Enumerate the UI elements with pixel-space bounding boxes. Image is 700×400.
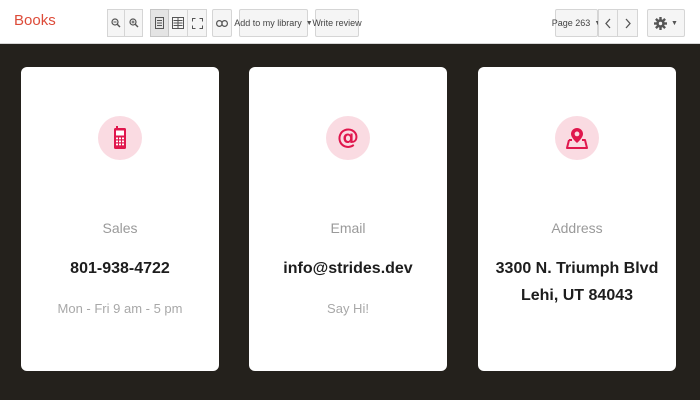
zoom-group bbox=[107, 9, 143, 37]
add-to-library-button[interactable]: Add to my library ▼ bbox=[234, 9, 313, 37]
phone-icon bbox=[114, 126, 126, 149]
brand-logo[interactable]: Books bbox=[14, 12, 56, 29]
card-value: 3300 N. Triumph Blvd Lehi, UT 84043 bbox=[478, 255, 676, 309]
zoom-in-button[interactable] bbox=[125, 9, 143, 37]
books-toolbar: Books Add to my library ▼ Write review Pa… bbox=[0, 0, 700, 44]
page-select[interactable]: Page 263▼ bbox=[551, 9, 601, 37]
card-value: 801-938-4722 bbox=[21, 255, 219, 282]
fullscreen-button[interactable] bbox=[188, 9, 207, 37]
address-icon-circle bbox=[555, 116, 599, 160]
card-label: Email bbox=[330, 220, 366, 236]
email-icon-circle: @ bbox=[326, 116, 370, 160]
single-page-view-button[interactable] bbox=[150, 9, 169, 37]
chevron-right-icon bbox=[625, 18, 631, 28]
card-value: info@strides.dev bbox=[249, 255, 447, 282]
card-subtext: Say Hi! bbox=[327, 301, 369, 316]
map-pin-icon bbox=[566, 128, 588, 149]
card-subtext: Mon - Fri 9 am - 5 pm bbox=[57, 301, 183, 316]
address-line-1: 3300 N. Triumph Blvd bbox=[495, 260, 659, 277]
fullscreen-icon bbox=[191, 17, 203, 29]
page-label: Page 263 bbox=[551, 18, 591, 28]
chevron-left-icon bbox=[605, 18, 611, 28]
gear-icon bbox=[654, 16, 668, 30]
card-label: Address bbox=[551, 220, 603, 236]
link-icon bbox=[216, 19, 228, 27]
at-sign-icon: @ bbox=[337, 125, 359, 150]
zoom-out-icon bbox=[111, 18, 121, 28]
card-label: Sales bbox=[102, 220, 138, 236]
previous-page-button[interactable] bbox=[598, 9, 618, 37]
page-nav-group bbox=[598, 9, 638, 37]
link-button[interactable] bbox=[212, 9, 232, 37]
email-address[interactable]: info@strides.dev bbox=[283, 260, 412, 277]
zoom-out-button[interactable] bbox=[107, 9, 125, 37]
add-to-library-label: Add to my library bbox=[234, 18, 302, 28]
settings-button[interactable]: ▼ bbox=[647, 9, 685, 37]
two-page-icon bbox=[172, 17, 184, 29]
two-page-view-button[interactable] bbox=[169, 9, 188, 37]
zoom-in-icon bbox=[128, 18, 138, 28]
chevron-down-icon: ▼ bbox=[671, 19, 678, 27]
sales-card: Sales 801-938-4722 Mon - Fri 9 am - 5 pm bbox=[21, 67, 219, 371]
phone-number[interactable]: 801-938-4722 bbox=[70, 260, 170, 277]
write-review-button[interactable]: Write review bbox=[312, 9, 362, 37]
write-review-label: Write review bbox=[312, 18, 362, 28]
next-page-button[interactable] bbox=[618, 9, 638, 37]
address-card: Address 3300 N. Triumph Blvd Lehi, UT 84… bbox=[478, 67, 676, 371]
address-line-2: Lehi, UT 84043 bbox=[520, 287, 634, 304]
sales-icon-circle bbox=[98, 116, 142, 160]
view-mode-group bbox=[150, 9, 207, 37]
single-page-icon bbox=[155, 17, 164, 29]
email-card: @ Email info@strides.dev Say Hi! bbox=[249, 67, 447, 371]
